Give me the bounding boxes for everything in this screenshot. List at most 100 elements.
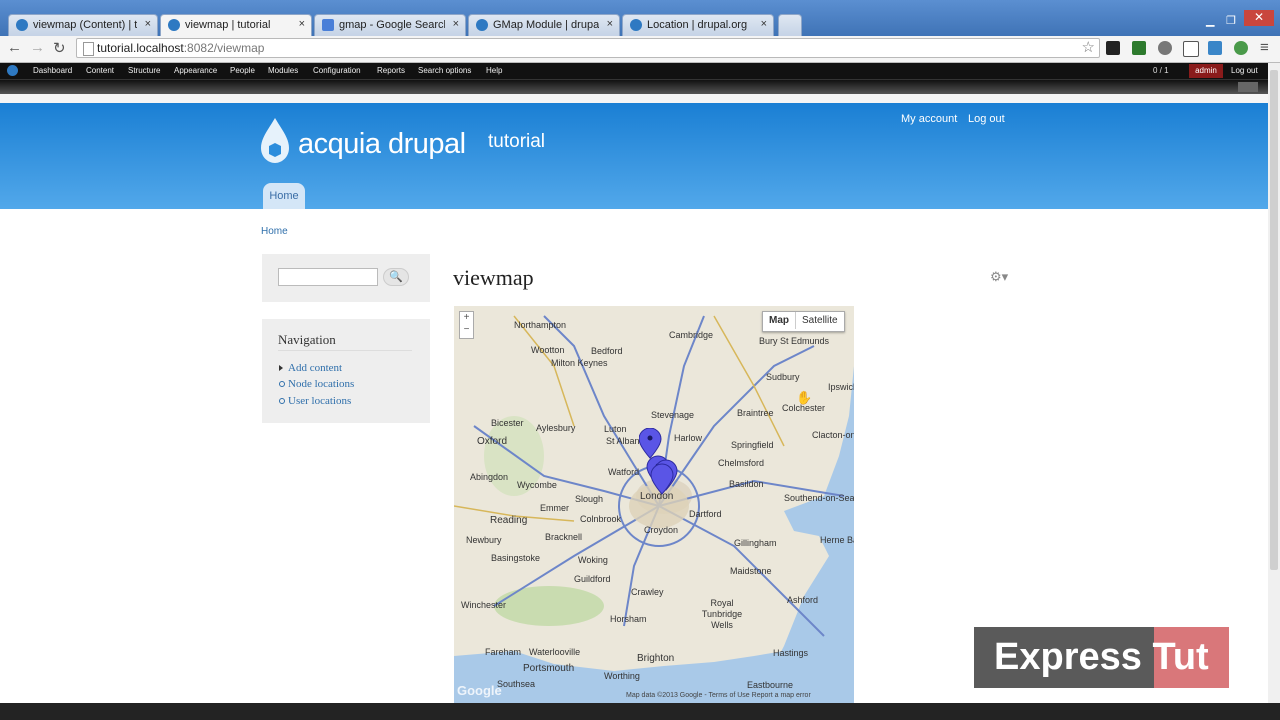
gear-icon[interactable]: ⚙▾ xyxy=(990,269,1008,285)
bullet-icon xyxy=(279,381,285,387)
logout-link[interactable]: Log out xyxy=(968,113,1005,125)
map-label: Royal Tunbridge Wells xyxy=(701,598,743,630)
map-copyright[interactable]: Map data ©2013 Google - Terms of Use Rep… xyxy=(626,692,811,699)
map-label: Cambridge xyxy=(669,330,714,340)
site-slogan: tutorial xyxy=(488,131,546,152)
browser-tab-gmap-search[interactable]: gmap - Google Search × xyxy=(314,14,466,36)
map-label: Newbury xyxy=(466,535,502,545)
drupal-favicon-icon xyxy=(476,19,488,31)
admin-menu-item[interactable]: Dashboard xyxy=(33,66,72,75)
forward-icon[interactable]: → xyxy=(30,39,45,56)
site-name[interactable]: acquia drupal xyxy=(298,128,466,161)
scrollbar-thumb[interactable] xyxy=(1270,70,1278,570)
nav-item-node-locations[interactable]: Node locations xyxy=(279,378,355,390)
google-map[interactable]: Northampton Cambridge Bury St Edmunds Be… xyxy=(454,306,854,703)
nav-item-label: Node locations xyxy=(288,378,355,390)
admin-menu-item[interactable]: Appearance xyxy=(174,66,217,75)
nav-item-add-content[interactable]: Add content xyxy=(279,362,343,374)
vertical-scrollbar[interactable] xyxy=(1268,63,1280,703)
map-label: Dartford xyxy=(689,509,722,519)
search-input[interactable] xyxy=(278,268,378,286)
close-icon[interactable]: × xyxy=(299,18,305,30)
admin-menu-item[interactable]: Modules xyxy=(268,66,298,75)
map-label: Luton xyxy=(604,424,627,434)
taskbar xyxy=(0,703,1280,720)
browser-tab-gmap-module[interactable]: GMap Module | drupal.org × xyxy=(468,14,620,36)
zoom-out-button[interactable]: − xyxy=(460,324,473,336)
breadcrumb[interactable]: Home xyxy=(261,226,288,237)
address-bar[interactable]: tutorial.localhost:8082/viewmap ☆ xyxy=(76,38,1100,58)
google-logo[interactable]: Google xyxy=(457,683,502,698)
browser-tab-viewmap[interactable]: viewmap | tutorial × xyxy=(160,14,312,37)
admin-menu-item[interactable]: Structure xyxy=(128,66,160,75)
map-label: Colnbrook xyxy=(580,514,622,524)
map-label: Basingstoke xyxy=(491,553,541,563)
map-label: Wycombe xyxy=(517,480,557,490)
bullet-icon xyxy=(279,398,285,404)
nav-item-user-locations[interactable]: User locations xyxy=(279,395,351,407)
drupal-favicon-icon xyxy=(16,19,28,31)
expresstut-watermark: Express Tut xyxy=(974,627,1229,688)
admin-logout-link[interactable]: Log out xyxy=(1231,66,1258,75)
map-label: Woking xyxy=(578,555,608,565)
admin-menu: Dashboard Content Structure Appearance P… xyxy=(0,63,1268,80)
close-icon[interactable]: × xyxy=(761,18,767,30)
my-account-link[interactable]: My account xyxy=(901,113,957,125)
minimize-icon[interactable]: ▁ xyxy=(1206,14,1214,27)
extension-icon[interactable] xyxy=(1208,41,1222,55)
extension-icon[interactable] xyxy=(1106,41,1120,55)
admin-menu-item[interactable]: Search options xyxy=(418,66,471,75)
tab-home[interactable]: Home xyxy=(263,183,305,209)
navigation-title: Navigation xyxy=(278,332,336,347)
close-icon[interactable]: × xyxy=(145,18,151,30)
acquia-drop-logo-icon[interactable] xyxy=(260,116,290,164)
map-type-satellite-button[interactable]: Satellite xyxy=(796,312,844,329)
restore-icon[interactable]: ❐ xyxy=(1226,14,1236,27)
map-label: Portsmouth xyxy=(523,663,575,674)
map-label: Sudbury xyxy=(766,372,800,382)
drupal-icon[interactable] xyxy=(7,65,18,76)
map-label: Ashford xyxy=(787,595,819,605)
admin-menu-item[interactable]: Help xyxy=(486,66,502,75)
map-label: Bicester xyxy=(491,418,524,428)
browser-tab-viewmap-content[interactable]: viewmap (Content) | tutor × xyxy=(8,14,158,36)
map-type-map-button[interactable]: Map xyxy=(763,312,796,329)
close-icon[interactable]: × xyxy=(607,18,613,30)
extension-icon[interactable] xyxy=(1158,41,1172,55)
nav-item-label: Add content xyxy=(288,362,343,374)
tab-label: viewmap | tutorial xyxy=(185,19,271,31)
menu-icon[interactable]: ≡ xyxy=(1260,39,1269,56)
url-path: :8082/viewmap xyxy=(183,41,265,55)
map-label: Bracknell xyxy=(545,532,583,542)
zoom-in-button[interactable]: + xyxy=(460,312,473,324)
new-tab-button[interactable] xyxy=(778,14,802,36)
extension-icon[interactable] xyxy=(1132,41,1146,55)
back-icon[interactable]: ← xyxy=(7,39,22,56)
map-label: Hastings xyxy=(773,648,809,658)
zoom-control[interactable]: + − xyxy=(459,311,474,339)
admin-menu-item[interactable]: Reports xyxy=(377,66,405,75)
extension-icon[interactable] xyxy=(1234,41,1248,55)
extension-icon[interactable] xyxy=(1183,41,1199,57)
admin-menu-item[interactable]: Content xyxy=(86,66,114,75)
admin-menu-item[interactable]: Configuration xyxy=(313,66,361,75)
shortcut-toggle[interactable] xyxy=(1238,82,1258,92)
map-label: Reading xyxy=(490,515,528,526)
shortcut-bar xyxy=(0,80,1268,103)
browser-tab-location[interactable]: Location | drupal.org × xyxy=(622,14,774,36)
window-close-icon[interactable]: ✕ xyxy=(1244,10,1274,26)
map-label: Winchester xyxy=(461,600,507,610)
search-button[interactable]: 🔍 xyxy=(383,268,409,286)
map-label: Crawley xyxy=(631,587,664,597)
watermark-text: Express Tut xyxy=(994,636,1209,678)
reload-icon[interactable]: ↻ xyxy=(53,39,66,57)
navigation-block: Navigation Add content Node locations Us… xyxy=(262,319,430,423)
bookmark-star-icon[interactable]: ☆ xyxy=(1082,38,1095,56)
site-header: acquia drupal tutorial My account Log ou… xyxy=(0,103,1268,209)
close-icon[interactable]: × xyxy=(453,18,459,30)
map-marker-icon[interactable] xyxy=(639,428,679,498)
admin-menu-item[interactable]: People xyxy=(230,66,255,75)
divider xyxy=(278,350,412,351)
admin-user-link[interactable]: admin xyxy=(1189,64,1223,78)
map-label: Chelmsford xyxy=(718,458,765,468)
